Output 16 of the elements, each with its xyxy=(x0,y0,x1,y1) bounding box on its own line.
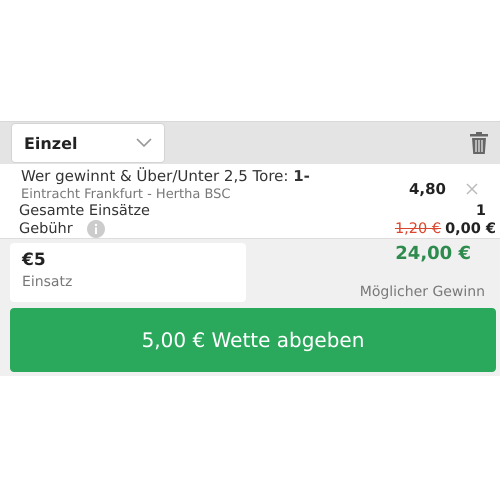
total-stakes-label: Gesamte Einsätze xyxy=(19,203,150,220)
fee-label: Gebühr xyxy=(19,220,73,238)
total-stakes-value: 1 xyxy=(476,203,486,220)
close-icon[interactable] xyxy=(466,182,478,194)
odds-value: 4,80 xyxy=(408,180,446,198)
potential-win-label: Möglicher Gewinn xyxy=(360,284,485,300)
info-icon[interactable] xyxy=(86,220,105,238)
fee-value: 0,00 € xyxy=(445,220,496,238)
potential-win-amount: 24,00 € xyxy=(395,243,471,264)
trash-icon[interactable] xyxy=(470,132,488,154)
chevron-down-icon xyxy=(136,138,152,148)
event-name: Eintracht Frankfurt - Hertha BSC xyxy=(21,186,230,203)
bet-type-dropdown[interactable]: Einzel xyxy=(11,123,165,163)
bet-market: Wer gewinnt & Über/Unter 2,5 Tore: 1- xyxy=(21,166,310,186)
original-fee: 1,20 € xyxy=(394,220,442,238)
stake-input[interactable]: €5 Einsatz xyxy=(10,243,246,302)
